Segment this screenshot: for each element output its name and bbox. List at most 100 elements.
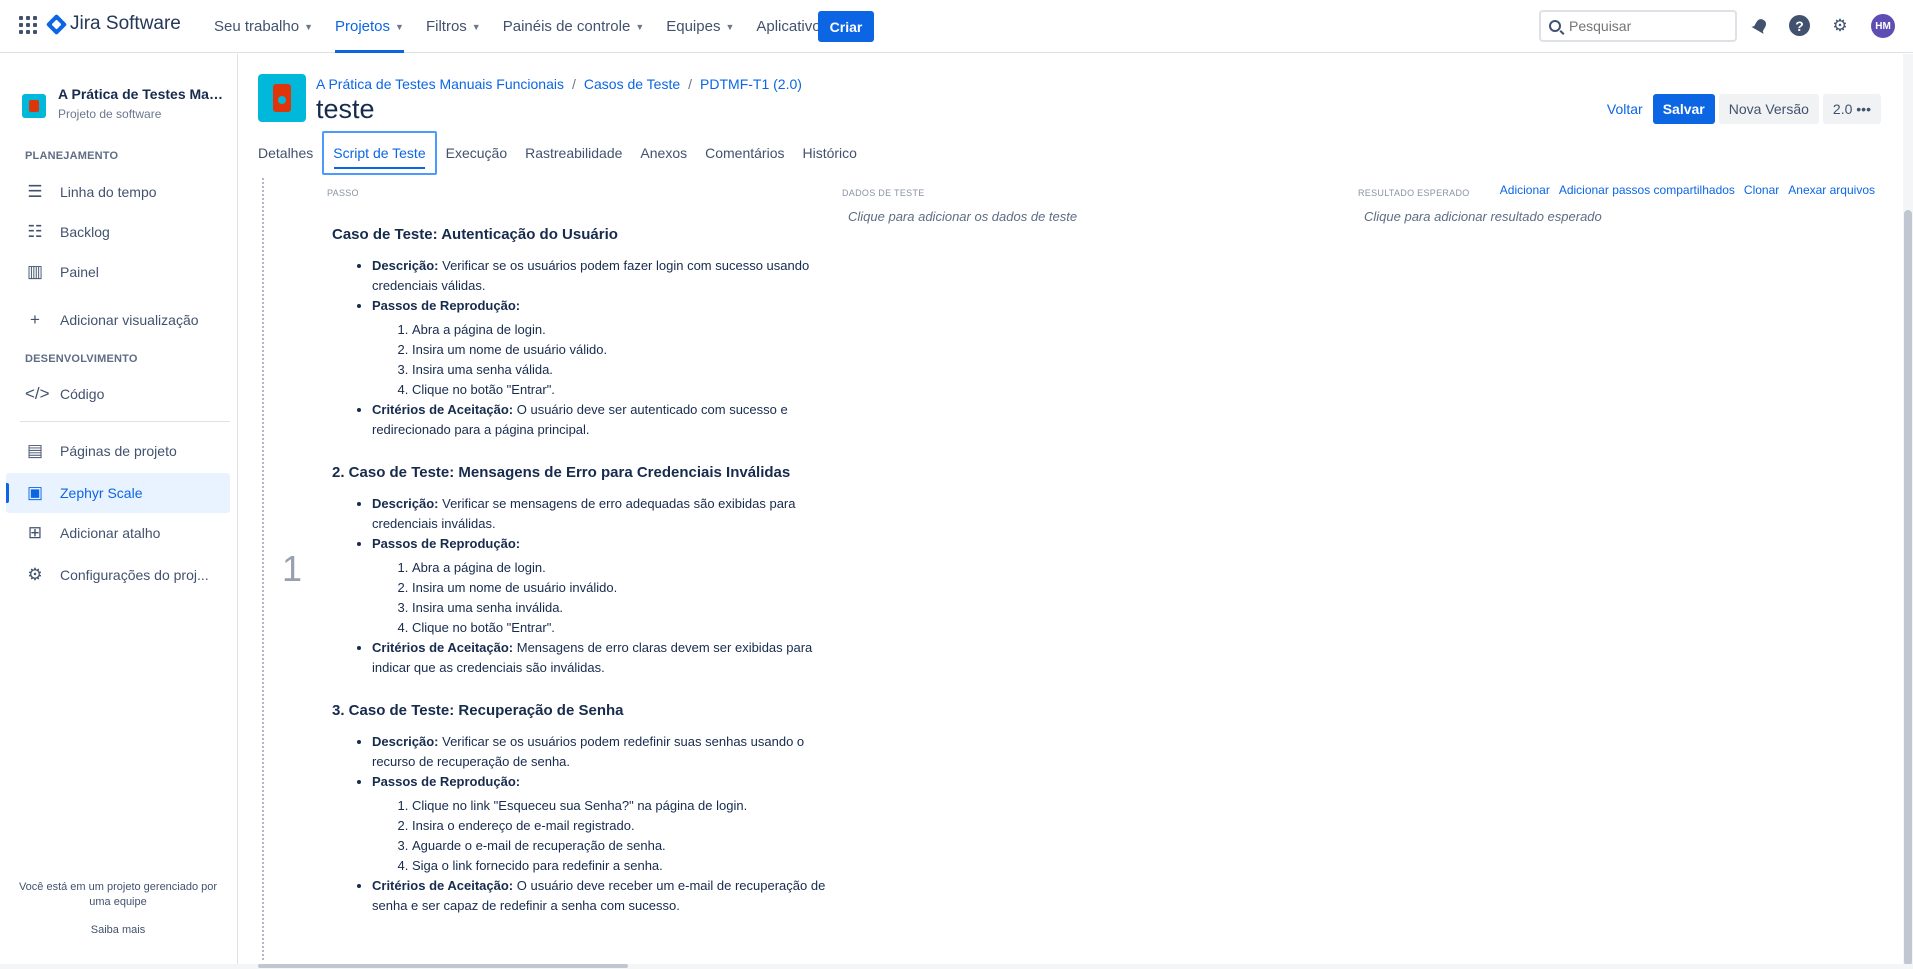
nav-your-work[interactable]: Seu trabalho ▼ [214, 0, 313, 53]
test-case-block: Caso de Teste: Autenticação do Usuário D… [332, 226, 842, 440]
chevron-down-icon: ▼ [471, 21, 481, 32]
sidebar-item-backlog[interactable]: ☷ Backlog [6, 212, 230, 252]
settings-gear-icon[interactable]: ⚙ [1829, 15, 1851, 37]
nav-label: Equipes [666, 18, 721, 35]
sidebar-item-timeline[interactable]: ☰ Linha do tempo [6, 172, 230, 212]
vertical-scrollbar-thumb[interactable] [1904, 210, 1912, 966]
user-avatar[interactable]: HM [1871, 14, 1895, 38]
page-title[interactable]: teste [316, 94, 375, 125]
nav-dashboards[interactable]: Painéis de controle ▼ [503, 0, 645, 53]
drag-handle[interactable] [262, 178, 264, 960]
sidebar-item-code[interactable]: </> Código [6, 374, 230, 414]
chevron-down-icon: ▼ [304, 21, 313, 32]
tab-execution[interactable]: Execução [437, 131, 516, 175]
test-case-icon [258, 74, 306, 122]
jira-logo[interactable]: Jira Software [45, 13, 181, 35]
list-item: Siga o link fornecido para redefinir a s… [412, 856, 842, 876]
nav-label: Filtros [425, 18, 467, 35]
attach-files-link[interactable]: Anexar arquivos [1788, 183, 1875, 197]
back-button[interactable]: Voltar [1601, 94, 1649, 124]
sidebar-item-label: Painel [60, 264, 99, 280]
list-item: Clique no botão "Entrar". [412, 380, 842, 400]
gear-icon: ⚙ [27, 565, 43, 584]
horizontal-scrollbar-thumb[interactable] [258, 964, 628, 968]
expected-result-field[interactable]: Clique para adicionar resultado esperado [1364, 209, 1602, 224]
criteria-label: Critérios de Aceitação: [372, 878, 514, 893]
nav-projects[interactable]: Projetos ▼ [335, 0, 404, 53]
list-item: Abra a página de login. [412, 320, 842, 340]
breadcrumb-test-case-key[interactable]: PDTMF-T1 (2.0) [700, 76, 802, 92]
tab-attachments[interactable]: Anexos [631, 131, 696, 175]
steps-item: Passos de Reprodução: Clique no link "Es… [372, 772, 842, 876]
zephyr-icon: ▣ [26, 483, 44, 502]
list-item: Clique no botão "Entrar". [412, 618, 842, 638]
help-icon[interactable]: ? [1789, 15, 1810, 36]
new-version-button[interactable]: Nova Versão [1718, 94, 1819, 124]
nav-filters[interactable]: Filtros ▼ [426, 0, 481, 53]
steps-item: Passos de Reprodução: Abra a página de l… [372, 296, 842, 400]
test-case-block: 3. Caso de Teste: Recuperação de Senha D… [332, 702, 842, 916]
steps-label: Passos de Reprodução: [372, 536, 521, 551]
sidebar-item-project-settings[interactable]: ⚙ Configurações do proj... [6, 555, 230, 595]
criteria-item: Critérios de Aceitação: Mensagens de err… [372, 638, 842, 678]
app-name: Jira Software [70, 13, 181, 34]
project-avatar-icon [22, 94, 46, 118]
steps-label: Passos de Reprodução: [372, 774, 521, 789]
tab-history[interactable]: Histórico [793, 131, 865, 175]
list-item: Aguarde o e-mail de recuperação de senha… [412, 836, 842, 856]
nav-teams[interactable]: Equipes ▼ [666, 0, 734, 53]
list-item: Insira o endereço de e-mail registrado. [412, 816, 842, 836]
test-case-title: 3. Caso de Teste: Recuperação de Senha [332, 702, 624, 719]
search-input[interactable] [1569, 18, 1719, 34]
sidebar-item-label: Linha do tempo [60, 184, 157, 200]
sidebar-item-board[interactable]: ▥ Painel [6, 252, 230, 292]
test-data-field[interactable]: Clique para adicionar os dados de teste [848, 209, 1077, 224]
save-button[interactable]: Salvar [1652, 94, 1715, 124]
add-step-link[interactable]: Adicionar [1500, 183, 1550, 197]
step-actions: Adicionar Adicionar passos compartilhado… [1500, 183, 1875, 197]
sidebar-item-add-view[interactable]: + Adicionar visualização [6, 300, 230, 340]
create-button[interactable]: Criar [818, 11, 874, 42]
breadcrumb-test-cases[interactable]: Casos de Teste [584, 76, 680, 92]
breadcrumb-project[interactable]: A Prática de Testes Manuais Funcionais [316, 76, 564, 92]
clone-step-link[interactable]: Clonar [1744, 183, 1779, 197]
more-icon: ••• [1856, 101, 1871, 117]
sidebar-item-label: Zephyr Scale [60, 485, 143, 501]
sidebar-item-project-pages[interactable]: ▤ Páginas de projeto [6, 431, 230, 471]
project-header[interactable]: A Prática de Testes Man... Projeto de so… [22, 86, 223, 121]
steps-list: Clique no link "Esqueceu sua Senha?" na … [372, 796, 842, 876]
project-name: A Prática de Testes Man... [58, 86, 223, 102]
steps-list: Abra a página de login. Insira um nome d… [372, 320, 842, 400]
tab-comments[interactable]: Comentários [696, 131, 793, 175]
criteria-label: Critérios de Aceitação: [372, 402, 514, 417]
sidebar-item-zephyr-scale[interactable]: ▣ Zephyr Scale [6, 473, 230, 513]
search-box[interactable] [1539, 10, 1737, 42]
chevron-down-icon: ▼ [395, 21, 404, 32]
version-menu-button[interactable]: 2.0 ••• [1822, 94, 1881, 124]
steps-list: Abra a página de login. Insira um nome d… [372, 558, 842, 638]
tab-traceability[interactable]: Rastreabilidade [516, 131, 631, 175]
project-type: Projeto de software [58, 107, 162, 121]
breadcrumb-separator: / [688, 76, 693, 92]
tab-details[interactable]: Detalhes [258, 131, 322, 175]
header-actions: Voltar Salvar Nova Versão 2.0 ••• [1601, 94, 1881, 124]
list-item: Insira uma senha válida. [412, 360, 842, 380]
test-case-block: 2. Caso de Teste: Mensagens de Erro para… [332, 464, 842, 678]
breadcrumb-separator: / [572, 76, 576, 92]
tab-test-script[interactable]: Script de Teste [322, 131, 437, 175]
add-shared-steps-link[interactable]: Adicionar passos compartilhados [1559, 183, 1735, 197]
notifications-icon[interactable] [1749, 15, 1771, 37]
sidebar-item-label: Páginas de projeto [60, 443, 177, 459]
description-text: Verificar se os usuários podem fazer log… [372, 258, 810, 293]
main-nav: Seu trabalho ▼ Projetos ▼ Filtros ▼ Painéis… [214, 0, 864, 53]
chevron-down-icon: ▼ [635, 21, 645, 32]
sidebar-item-add-shortcut[interactable]: ⊞ Adicionar atalho [6, 513, 230, 553]
app-switcher-icon[interactable] [19, 16, 37, 34]
step-description[interactable]: Caso de Teste: Autenticação do Usuário D… [332, 226, 842, 940]
test-case-details: Descrição: Verificar se os usuários pode… [332, 256, 842, 440]
description-label: Descrição: [372, 734, 439, 749]
jira-logo-icon [45, 13, 68, 35]
nav-label: Seu trabalho [214, 18, 300, 35]
learn-more-link[interactable]: Saiba mais [8, 924, 228, 936]
board-icon: ▥ [26, 262, 44, 281]
